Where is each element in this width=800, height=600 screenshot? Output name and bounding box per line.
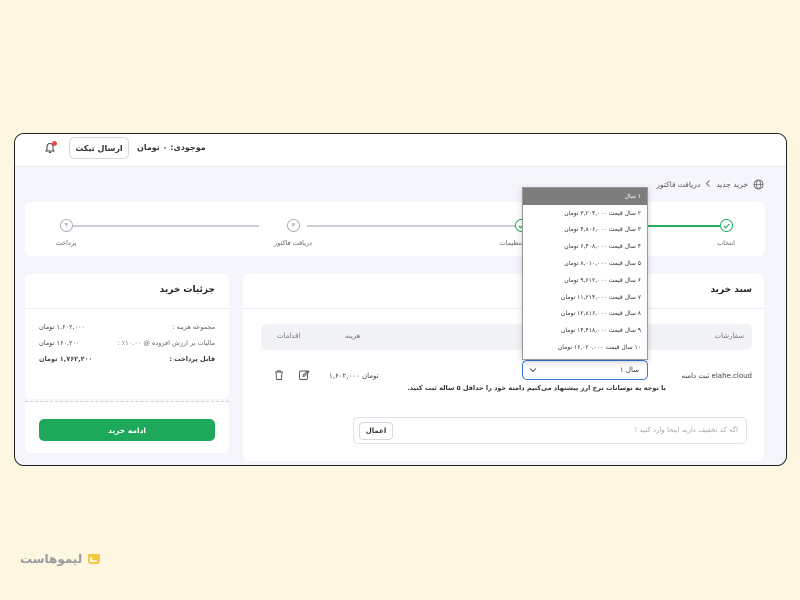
continue-purchase-button[interactable]: ادامه خرید [39,419,215,441]
period-option[interactable]: ۱ سال [523,188,647,205]
step-connector [307,225,517,227]
period-dropdown-menu: ۱ سال ۲ سال قیمت ۳,۲۰۴,۰۰۰ تومان ۳ سال ق… [522,187,648,360]
column-actions: اقدامات [277,332,301,340]
breadcrumb-item-new-purchase[interactable]: خرید جدید [716,180,748,189]
coupon-placeholder: اگه کد تخفیف دارید اینجا وارد کنید ! [634,426,738,434]
registration-period-select[interactable]: ۱ سال [522,360,648,380]
step-payment-number: ۴ [60,219,73,232]
bell-icon[interactable] [44,141,57,154]
divider [25,308,229,309]
period-option[interactable]: ۹ سال قیمت ۱۴,۴۱۸,۰۰۰ تومان [523,322,647,339]
step-select-check-icon [720,219,733,232]
subtotal-row: مجموعه هزینه : ۱,۶۰۲,۰۰۰ تومان [39,323,215,331]
checkout-action-card: ادامه خرید [25,401,229,453]
step-label-settings: تنظیمات [499,239,523,247]
globe-icon [753,179,764,190]
progress-steps: انتخاب تنظیمات ۳ دریافت فاکتور ۴ پرداخت [25,202,765,256]
top-bar: ارسال تیکت موجودی: ۰ تومان [15,134,786,167]
chevron-left-icon [705,180,711,189]
edit-icon[interactable] [298,369,310,381]
purchase-details-card: جزئیات خرید مجموعه هزینه : ۱,۶۰۲,۰۰۰ توم… [25,274,229,399]
trash-icon[interactable] [273,369,285,381]
lemon-logo-icon [86,551,102,567]
column-orders: سفارشات [714,332,744,340]
step-label-select: انتخاب [717,239,735,247]
subtotal-value: ۱,۶۰۲,۰۰۰ تومان [39,323,86,331]
selected-period: ۱ سال [619,366,639,374]
row-price: ۱,۶۰۲,۰۰۰ تومان [329,372,379,380]
payable-label: قابل پرداخت : [169,355,215,363]
app-window: ارسال تیکت موجودی: ۰ تومان خرید جدید دری… [14,133,787,466]
wallet-balance: موجودی: ۰ تومان [137,143,206,152]
coupon-field[interactable]: اگه کد تخفیف دارید اینجا وارد کنید ! اعم… [353,417,747,444]
period-option[interactable]: ۵ سال قیمت ۸,۰۱۰,۰۰۰ تومان [523,255,647,272]
period-option[interactable]: ۱۰ سال قیمت ۱۶,۰۲۰,۰۰۰ تومان [523,339,647,356]
vat-value: ۱۶۰,۲۰۰ تومان [39,339,80,347]
shopping-cart-card: سبد خرید سفارشات هزینه اقدامات ثبت دامنه… [243,274,764,461]
step-invoice-number: ۳ [287,219,300,232]
period-option[interactable]: ۶ سال قیمت ۹,۶۱۲,۰۰۰ تومان [523,272,647,289]
payable-value: ۱,۷۶۲,۲۰۰ تومان [39,355,93,363]
period-option[interactable]: ۸ سال قیمت ۱۲,۸۱۶,۰۰۰ تومان [523,306,647,323]
cart-title: سبد خرید [710,285,752,295]
payable-row: قابل پرداخت : ۱,۷۶۲,۲۰۰ تومان [39,355,215,363]
brand-logo: لیموهاست [20,551,102,567]
vat-label: مالیات بر ارزش افزوده @ ۱۰.۰۰٪ : [117,339,215,347]
step-label-invoice: دریافت فاکتور [273,239,313,247]
period-option[interactable]: ۲ سال قیمت ۳,۲۰۴,۰۰۰ تومان [523,205,647,222]
breadcrumb: خرید جدید دریافت فاکتور [656,179,764,190]
domain-name: ثبت دامنه elahe.cloud [681,372,752,380]
breadcrumb-item-invoice: دریافت فاکتور [656,180,701,189]
brand-name: لیموهاست [20,552,83,566]
subtotal-label: مجموعه هزینه : [172,323,215,331]
period-option[interactable]: ۳ سال قیمت ۴,۸۰۶,۰۰۰ تومان [523,222,647,239]
divider [243,308,764,309]
column-cost: هزینه [345,332,361,340]
vat-row: مالیات بر ارزش افزوده @ ۱۰.۰۰٪ : ۱۶۰,۲۰۰… [39,339,215,347]
registration-note: با توجه به نوسانات نرخ ارز پیشنهاد می‌کن… [407,384,666,392]
step-label-payment: پرداخت [55,239,77,247]
notification-badge [52,141,57,146]
cart-table-header: سفارشات هزینه اقدامات [261,324,752,350]
chevron-down-icon [529,366,537,374]
details-title: جزئیات خرید [159,285,215,295]
period-option[interactable]: ۷ سال قیمت ۱۱,۲۱۴,۰۰۰ تومان [523,289,647,306]
send-ticket-button[interactable]: ارسال تیکت [69,137,129,159]
step-connector [73,225,259,227]
period-option[interactable]: ۴ سال قیمت ۶,۴۰۸,۰۰۰ تومان [523,238,647,255]
apply-coupon-button[interactable]: اعمال [359,422,393,440]
